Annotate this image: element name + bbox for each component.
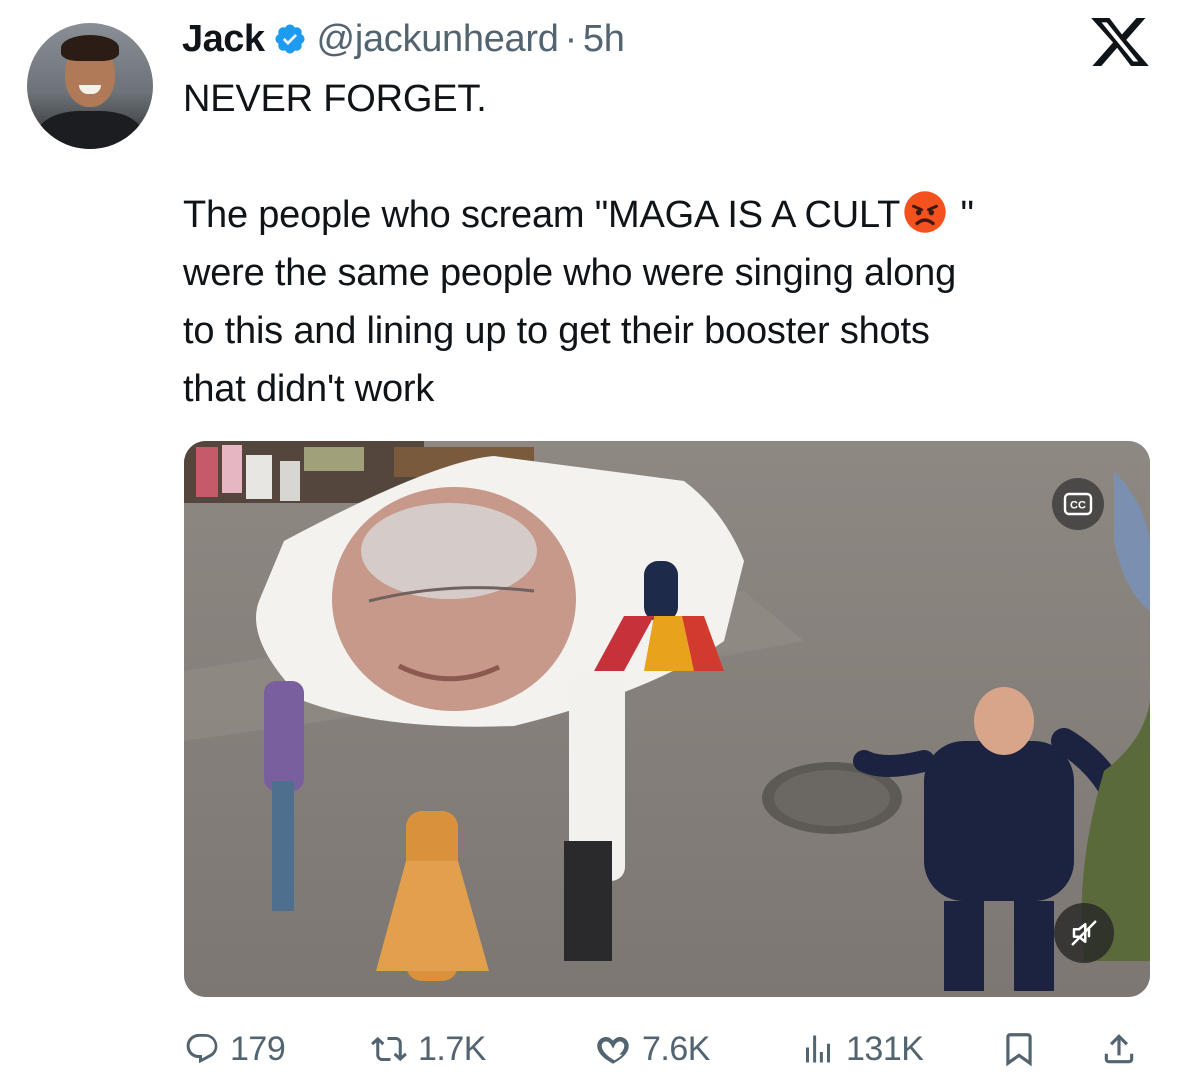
video-frame	[184, 441, 1150, 997]
x-logo-icon	[1091, 18, 1149, 66]
avatar-shirt	[37, 111, 143, 149]
video-player[interactable]: CC	[184, 441, 1150, 997]
bookmark-icon	[1006, 1033, 1032, 1067]
tweet: Jack @jackunheard · 5h NEVER FORGET. The…	[0, 0, 1178, 1087]
like-button[interactable]: 7.6K	[594, 1021, 710, 1077]
tweet-text: NEVER FORGET. The people who scream "MAG…	[183, 70, 1143, 418]
avatar[interactable]	[27, 23, 153, 149]
tweet-header: Jack @jackunheard · 5h	[182, 14, 625, 64]
cc-icon: CC	[1063, 492, 1093, 516]
reply-count: 179	[230, 1029, 286, 1068]
avatar-hair	[61, 35, 119, 61]
like-count: 7.6K	[642, 1029, 710, 1068]
reply-icon	[186, 1034, 218, 1064]
mute-button[interactable]	[1054, 903, 1114, 963]
reply-button[interactable]: 179	[184, 1021, 286, 1077]
verified-badge-icon[interactable]	[273, 22, 307, 56]
views-count: 131K	[846, 1029, 924, 1068]
share-button[interactable]	[1100, 1021, 1138, 1077]
heart-icon	[597, 1037, 629, 1064]
svg-text:CC: CC	[1070, 500, 1086, 512]
views-button[interactable]: 131K	[800, 1021, 924, 1077]
display-name[interactable]: Jack	[182, 14, 265, 64]
separator-dot: ·	[564, 18, 578, 60]
speaker-muted-icon	[1071, 920, 1097, 946]
share-icon	[1104, 1034, 1134, 1064]
tweet-text-body-start: The people who scream "MAGA IS A CULT	[183, 194, 901, 236]
repost-button[interactable]: 1.7K	[370, 1021, 486, 1077]
repost-icon	[371, 1036, 407, 1062]
repost-count: 1.7K	[418, 1029, 486, 1068]
tweet-text-line-1: NEVER FORGET.	[183, 78, 487, 120]
angry-face-emoji-icon	[904, 191, 946, 233]
timestamp[interactable]: 5h	[583, 14, 625, 64]
views-chart-icon	[806, 1035, 830, 1063]
bookmark-button[interactable]	[1000, 1021, 1038, 1077]
user-handle[interactable]: @jackunheard	[317, 14, 559, 64]
engagement-bar: 179 1.7K 7.6K 131K	[0, 1021, 1178, 1077]
captions-button[interactable]: CC	[1052, 478, 1104, 530]
